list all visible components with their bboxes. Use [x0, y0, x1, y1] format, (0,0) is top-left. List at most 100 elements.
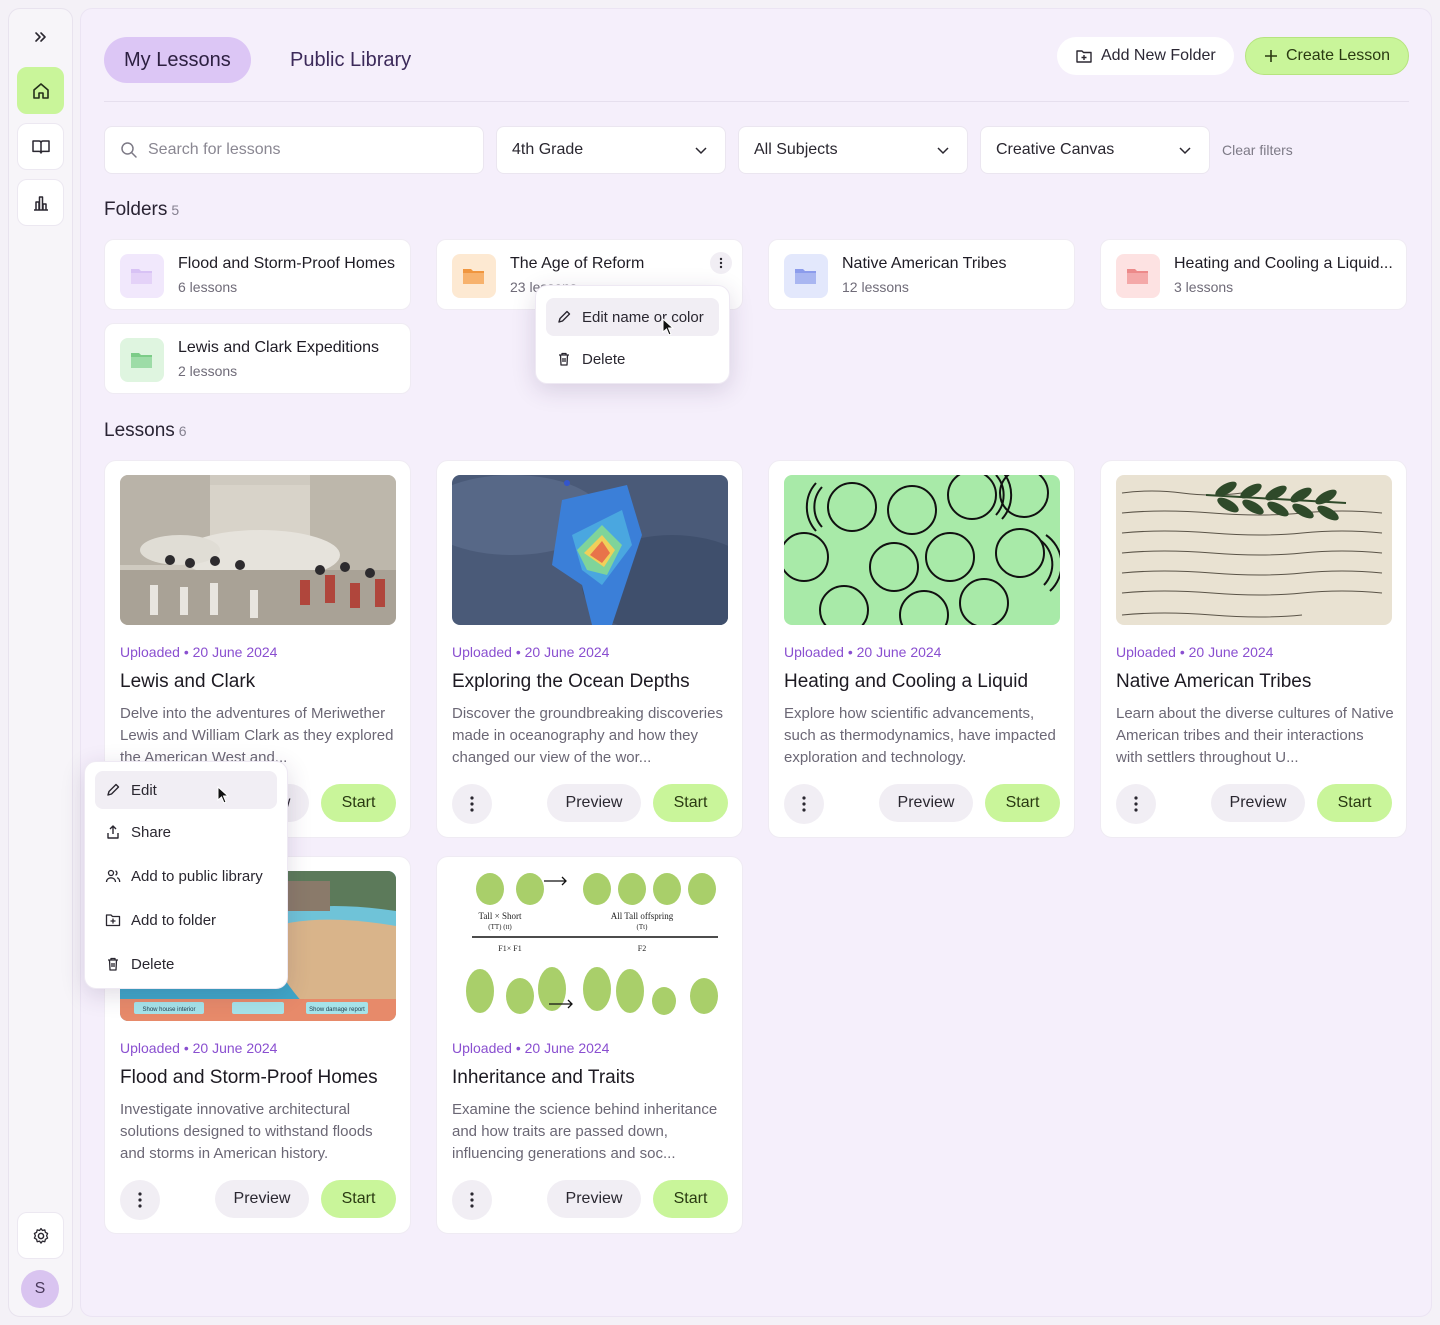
gear-icon [33, 1227, 48, 1244]
start-button[interactable]: Start [653, 784, 728, 822]
create-lesson-button[interactable]: Create Lesson [1245, 37, 1410, 75]
search-field[interactable] [104, 126, 484, 174]
grade-select[interactable]: 4th Grade [496, 126, 726, 174]
folder-card[interactable]: Native American Tribes 12 lessons [768, 239, 1075, 310]
search-icon [121, 142, 137, 158]
users-icon [105, 869, 121, 883]
lesson-title: Native American Tribes [1116, 671, 1312, 692]
folder-name: Flood and Storm-Proof Homes [178, 255, 395, 272]
start-button[interactable]: Start [321, 784, 396, 822]
more-options-button[interactable] [784, 784, 824, 824]
lesson-card[interactable]: Uploaded • 20 June 2024 Native American … [1100, 460, 1407, 838]
edit-label: Edit [131, 781, 157, 799]
lesson-title: Inheritance and Traits [452, 1067, 635, 1088]
share-label: Share [131, 823, 172, 841]
upload-date: Uploaded • 20 June 2024 [452, 644, 610, 660]
preview-button[interactable]: Preview [547, 784, 641, 822]
home-icon [32, 82, 49, 99]
more-options-button[interactable] [452, 1180, 492, 1220]
delete-lesson-item[interactable]: Delete [95, 945, 277, 983]
folder-card[interactable]: Flood and Storm-Proof Homes 6 lessons [104, 239, 411, 310]
edit-name-or-color-item[interactable]: Edit name or color [546, 298, 719, 336]
pencil-icon [107, 783, 120, 796]
lesson-card[interactable]: Uploaded • 20 June 2024 Exploring the Oc… [436, 460, 743, 838]
more-options-button[interactable] [1116, 784, 1156, 824]
start-button[interactable]: Start [985, 784, 1060, 822]
lesson-card[interactable]: Uploaded • 20 June 2024 Heating and Cool… [768, 460, 1075, 838]
settings-button[interactable] [17, 1212, 64, 1259]
grade-select-value: 4th Grade [512, 141, 584, 158]
add-new-folder-button[interactable]: Add New Folder [1057, 37, 1234, 75]
lesson-description: Examine the science behind inheritance a… [452, 1101, 718, 1162]
more-vertical-icon [802, 796, 806, 812]
folder-card[interactable]: Heating and Cooling a Liquid... 3 lesson… [1100, 239, 1407, 310]
folder-card[interactable]: Lewis and Clark Expeditions 2 lessons [104, 323, 411, 394]
lesson-context-menu: Edit Share Add to public library Add to … [84, 761, 288, 989]
folder-lesson-count: 6 lessons [178, 279, 238, 295]
show-house-interior-label: Show house interior [142, 1007, 195, 1013]
more-options-button[interactable] [120, 1180, 160, 1220]
lesson-thumbnail [1116, 475, 1392, 625]
folder-plus-icon [1076, 50, 1092, 63]
folder-icon [120, 254, 164, 298]
share-item[interactable]: Share [95, 813, 277, 851]
search-input[interactable] [148, 141, 448, 159]
more-vertical-icon [138, 1192, 142, 1208]
start-button[interactable]: Start [321, 1180, 396, 1218]
add-to-public-library-label: Add to public library [131, 867, 263, 885]
f2-label: F2 [638, 944, 646, 953]
add-to-folder-item[interactable]: Add to folder [95, 901, 277, 939]
more-vertical-icon [470, 1192, 474, 1208]
delete-folder-label: Delete [582, 350, 626, 368]
folders-heading: Folders 5 [104, 199, 179, 221]
mouse-cursor-icon [217, 786, 229, 804]
avatar[interactable]: S [21, 1270, 59, 1308]
lesson-title: Exploring the Ocean Depths [452, 671, 690, 692]
preview-button[interactable]: Preview [215, 1180, 309, 1218]
share-icon [107, 825, 119, 839]
lesson-description: Investigate innovative architectural sol… [120, 1101, 373, 1162]
start-button[interactable]: Start [1317, 784, 1392, 822]
upload-date: Uploaded • 20 June 2024 [452, 1040, 610, 1056]
more-options-button[interactable] [452, 784, 492, 824]
preview-button[interactable]: Preview [547, 1180, 641, 1218]
folder-name: Lewis and Clark Expeditions [178, 339, 379, 356]
home-nav-button[interactable] [17, 67, 64, 114]
folder-name: Native American Tribes [842, 255, 1007, 272]
preview-button[interactable]: Preview [1211, 784, 1305, 822]
lesson-description: Discover the groundbreaking discoveries … [452, 705, 723, 766]
trash-icon [108, 957, 118, 971]
subject-select-value: All Subjects [754, 141, 838, 158]
tab-my-lessons[interactable]: My Lessons [104, 37, 251, 83]
plus-icon [1265, 50, 1277, 62]
start-button[interactable]: Start [653, 1180, 728, 1218]
lesson-title: Lewis and Clark [120, 671, 256, 692]
expand-sidebar-icon[interactable] [29, 25, 53, 49]
mouse-cursor-icon [662, 318, 674, 336]
upload-date: Uploaded • 20 June 2024 [1116, 644, 1274, 660]
preview-button[interactable]: Preview [879, 784, 973, 822]
folder-more-icon[interactable] [710, 252, 732, 274]
folder-name: Heating and Cooling a Liquid... [1174, 255, 1393, 272]
lesson-thumbnail [784, 475, 1060, 625]
delete-lesson-label: Delete [131, 955, 175, 973]
tool-select[interactable]: Creative Canvas [980, 126, 1210, 174]
edit-lesson-item[interactable]: Edit [95, 771, 277, 809]
main-panel: My Lessons Public Library Add New Folder… [80, 8, 1432, 1317]
delete-folder-item[interactable]: Delete [546, 340, 719, 378]
subject-select[interactable]: All Subjects [738, 126, 968, 174]
reports-nav-button[interactable] [17, 179, 64, 226]
cross-label: Tall × Short [479, 911, 522, 921]
create-lesson-label: Create Lesson [1286, 47, 1391, 64]
folder-context-menu: Edit name or color Delete [535, 285, 730, 384]
add-to-public-library-item[interactable]: Add to public library [95, 857, 277, 895]
more-vertical-icon [470, 796, 474, 812]
lesson-card[interactable]: Tall × Short (TT) (tt) All Tall offsprin… [436, 856, 743, 1234]
library-nav-button[interactable] [17, 123, 64, 170]
lesson-thumbnail [452, 475, 728, 625]
tab-public-library[interactable]: Public Library [270, 37, 431, 83]
add-new-folder-label: Add New Folder [1101, 47, 1216, 64]
clear-filters-link[interactable]: Clear filters [1222, 142, 1293, 158]
upload-date: Uploaded • 20 June 2024 [120, 644, 278, 660]
header-divider [104, 101, 1409, 102]
